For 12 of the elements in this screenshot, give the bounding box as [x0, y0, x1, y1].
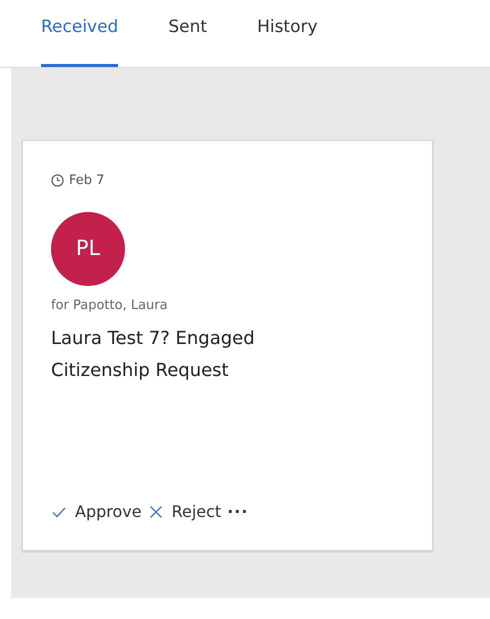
close-icon	[148, 504, 164, 520]
tab[interactable]: Received	[41, 0, 118, 67]
clock-icon	[51, 174, 64, 188]
requester-text: for Papotto, Laura	[51, 296, 169, 314]
tab[interactable]: History	[257, 0, 318, 67]
tab[interactable]: Sent	[168, 0, 208, 67]
avatar: PL	[51, 212, 125, 286]
action-button[interactable]: Reject	[148, 500, 222, 524]
more-button[interactable]: ···	[227, 500, 248, 524]
date-text: Feb 7	[69, 172, 104, 190]
request-title: Laura Test 7? Engaged Citizenship Request	[51, 327, 256, 383]
action-button[interactable]: Approve	[51, 500, 142, 524]
